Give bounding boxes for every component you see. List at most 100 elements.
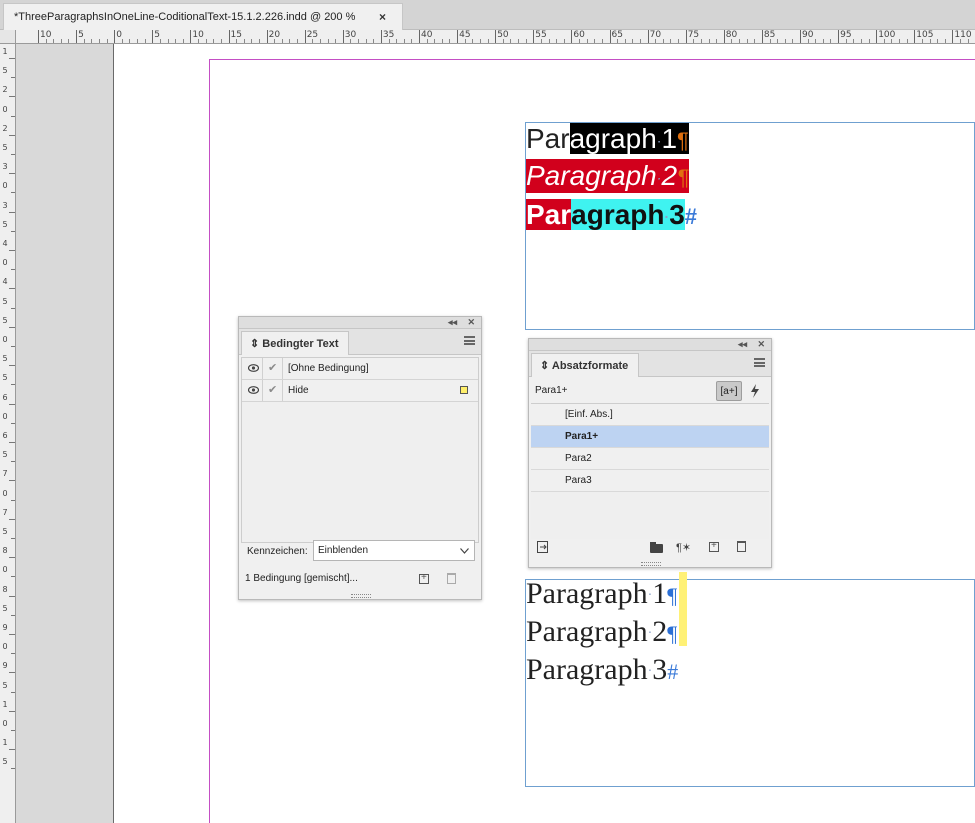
ruler-tick bbox=[914, 30, 916, 43]
chevron-down-icon bbox=[460, 548, 469, 554]
ruler-minor-tick bbox=[159, 39, 161, 43]
ruler-tick bbox=[11, 346, 15, 347]
ruler-tick bbox=[9, 211, 15, 213]
ruler-tick bbox=[9, 442, 15, 443]
condition-list: ✔ [Ohne Bedingung] ✔ Hide bbox=[241, 357, 479, 543]
ruler-minor-tick bbox=[60, 39, 62, 43]
ruler-label: 20 bbox=[268, 30, 281, 40]
close-panel-icon[interactable]: ✕ bbox=[467, 317, 475, 328]
close-panel-icon[interactable]: ✕ bbox=[757, 339, 765, 350]
style-row[interactable]: [Einf. Abs.] bbox=[531, 404, 769, 426]
eye-icon[interactable] bbox=[248, 386, 259, 394]
delete-condition-icon[interactable] bbox=[447, 573, 456, 584]
panel-grip[interactable]: ◂◂ ✕ bbox=[529, 339, 771, 351]
document-tab-title: *ThreeParagraphsInOneLine-CoditionalText… bbox=[14, 11, 356, 23]
ruler-minor-tick bbox=[639, 39, 641, 43]
ruler-label: 5 bbox=[2, 527, 8, 536]
ruler-label: 0 bbox=[2, 104, 8, 114]
paragraph-3-plain[interactable]: Paragraph·3# bbox=[526, 653, 678, 689]
collapse-panel-icon[interactable]: ◂◂ bbox=[738, 339, 747, 350]
ruler-tick bbox=[876, 30, 878, 43]
ruler-label: 15 bbox=[230, 30, 242, 40]
style-row[interactable]: Para2 bbox=[531, 448, 769, 470]
ruler-label: 5 bbox=[2, 354, 8, 364]
panel-menu-icon[interactable] bbox=[754, 358, 765, 367]
collapse-panel-icon[interactable]: ◂◂ bbox=[448, 317, 457, 328]
column-divider bbox=[282, 380, 283, 401]
paragraph-2-styled[interactable]: Paragraph·2¶ bbox=[526, 159, 689, 193]
ruler-label: 1 bbox=[2, 47, 8, 56]
text-frame-styled[interactable]: Paragraph·1¶ Paragraph·2¶ Paragraph·3# bbox=[525, 122, 975, 330]
tab-conditional-text[interactable]: ⇕ Bedingter Text bbox=[241, 331, 350, 355]
ruler-minor-tick bbox=[937, 39, 939, 43]
ruler-tick bbox=[11, 538, 15, 539]
paragraph-2-plain[interactable]: Paragraph·2¶ bbox=[526, 615, 677, 651]
ruler-tick bbox=[266, 30, 268, 43]
ruler-minor-tick bbox=[281, 39, 283, 43]
eye-icon[interactable] bbox=[248, 364, 259, 372]
ruler-label: 95 bbox=[840, 30, 852, 40]
ruler-origin[interactable] bbox=[0, 30, 16, 44]
ruler-minor-tick bbox=[144, 39, 146, 43]
ruler-label: 9 bbox=[2, 661, 8, 671]
new-condition-icon[interactable] bbox=[419, 572, 429, 584]
column-divider bbox=[262, 358, 263, 379]
ruler-tick bbox=[533, 30, 535, 43]
ruler-tick bbox=[9, 250, 15, 251]
ruler-tick bbox=[11, 461, 15, 463]
ruler-tick bbox=[190, 30, 192, 43]
ruler-tick bbox=[647, 30, 649, 43]
indicator-select[interactable]: Einblenden bbox=[313, 540, 475, 561]
ruler-tick bbox=[304, 30, 306, 43]
ruler-tick bbox=[495, 30, 497, 43]
new-style-icon[interactable] bbox=[709, 540, 719, 552]
delete-style-icon[interactable] bbox=[737, 541, 746, 552]
tab-arrows-icon: ⇕ bbox=[250, 338, 260, 350]
ruler-minor-tick bbox=[662, 39, 664, 43]
ruler-tick bbox=[152, 30, 154, 43]
condition-row[interactable]: ✔ Hide bbox=[242, 380, 478, 402]
panel-resize-grip[interactable] bbox=[351, 594, 371, 598]
ruler-tick bbox=[9, 595, 15, 597]
checkmark-icon: ✔ bbox=[268, 384, 278, 396]
ruler-tick bbox=[457, 30, 459, 43]
lightning-icon[interactable] bbox=[750, 384, 760, 398]
new-group-icon[interactable] bbox=[650, 542, 663, 553]
paragraph-1-plain[interactable]: Paragraph·1¶ bbox=[526, 577, 677, 613]
ruler-tick bbox=[11, 422, 15, 424]
ruler-tick bbox=[11, 653, 15, 655]
ruler-tick bbox=[9, 634, 15, 635]
ruler-minor-tick bbox=[98, 39, 100, 43]
ruler-label: 5 bbox=[2, 143, 8, 152]
ruler-tick bbox=[11, 576, 15, 578]
load-styles-icon[interactable] bbox=[537, 541, 550, 553]
ruler-minor-tick bbox=[632, 39, 634, 43]
ruler-minor-tick bbox=[182, 39, 184, 43]
ruler-label: 7 bbox=[2, 469, 8, 479]
para1-highlighted-part: agraph·1¶ bbox=[569, 123, 689, 154]
panel-grip[interactable]: ◂◂ ✕ bbox=[239, 317, 481, 329]
condition-indicator-hide bbox=[679, 572, 687, 646]
style-row-selected[interactable]: Para1+ bbox=[531, 426, 769, 448]
ruler-minor-tick bbox=[899, 39, 901, 43]
create-style-from-selection-button[interactable]: [a+] bbox=[716, 381, 742, 401]
tab-paragraph-styles[interactable]: ⇕ Absatzformate bbox=[531, 353, 640, 377]
clear-overrides-icon[interactable]: ¶✶ bbox=[676, 541, 691, 554]
document-tab[interactable]: *ThreeParagraphsInOneLine-CoditionalText… bbox=[3, 3, 403, 30]
style-row[interactable]: Para3 bbox=[531, 470, 769, 492]
ruler-minor-tick bbox=[403, 39, 405, 43]
ruler-tick bbox=[571, 30, 573, 43]
text-frame-plain[interactable]: Paragraph·1¶ Paragraph·2¶ Paragraph·3# bbox=[525, 572, 975, 787]
condition-row[interactable]: ✔ [Ohne Bedingung] bbox=[242, 358, 478, 380]
panel-menu-icon[interactable] bbox=[464, 336, 475, 345]
panel-resize-grip[interactable] bbox=[641, 562, 661, 566]
vertical-ruler[interactable]: 1 5 2 0 2 5 3 0 3 5 4 0 4 5 5 0 5 5 6 0 6 5 7 0 7 5 8 0 8 5 9 0 9 5 1 0 1 5 bbox=[0, 44, 16, 823]
horizontal-ruler[interactable]: 10 5 0 5 10 15 20 25 30 35 40 45 50 55 60 65 70 75 80 85 90 9… bbox=[16, 30, 975, 44]
ruler-minor-tick bbox=[335, 39, 337, 43]
paragraph-3-styled[interactable]: Paragraph·3# bbox=[526, 197, 697, 235]
close-tab-icon[interactable]: × bbox=[379, 10, 386, 24]
paragraph-1-styled[interactable]: Paragraph·1¶ bbox=[526, 123, 689, 157]
ruler-label: 5 bbox=[2, 296, 8, 306]
condition-color-swatch bbox=[460, 386, 468, 394]
ruler-label: 6 bbox=[2, 431, 8, 440]
